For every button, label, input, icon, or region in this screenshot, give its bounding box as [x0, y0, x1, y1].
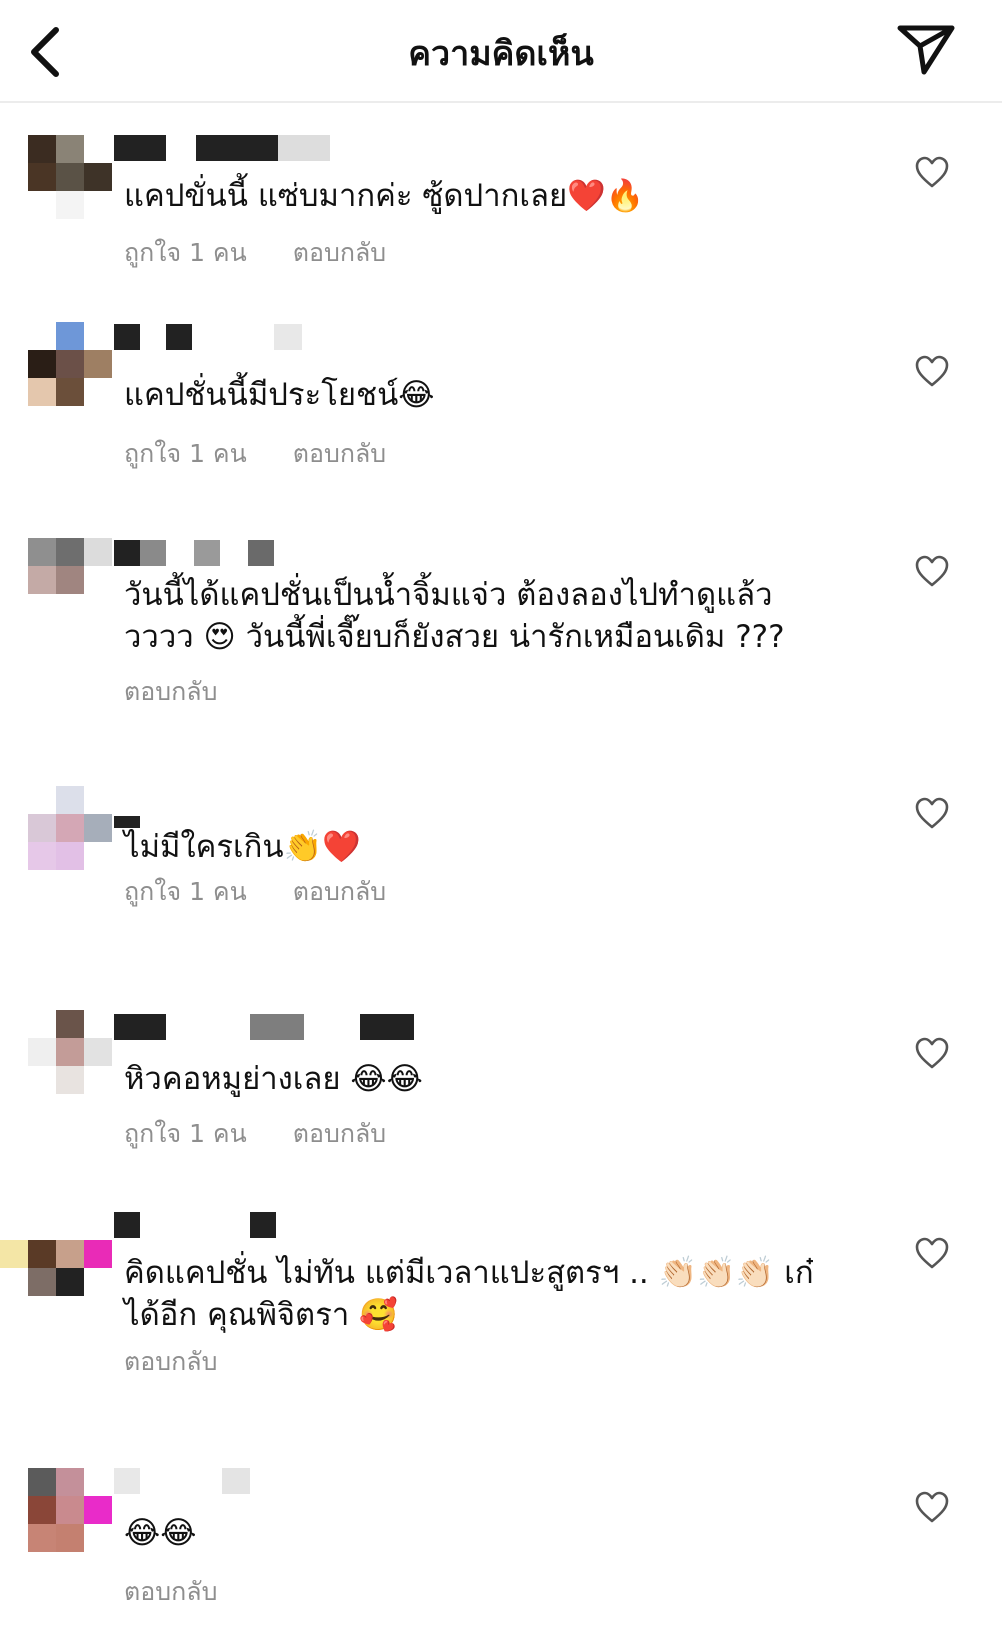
heart-outline-icon — [915, 1037, 949, 1069]
like-count[interactable]: ถูกใจ 1 คน — [124, 233, 247, 273]
avatar[interactable] — [28, 322, 114, 408]
comment-item: หิวคอหมูย่างเลย 😂😂 ถูกใจ 1 คน ตอบกลับ — [0, 1010, 1002, 1190]
comment-text: วันนี้ได้แคปชั่นเป็นน้ำจิ้มแจ่ว ต้องลองไ… — [124, 577, 785, 655]
comment-item: แคปชั่นนี้มีประโยชน์😂 ถูกใจ 1 คน ตอบกลับ — [0, 322, 1002, 502]
comment-item: คิดแคปชั่น ไม่ทัน แต่มีเวลาแปะสูตรฯ .. 👏… — [0, 1212, 1002, 1412]
username[interactable] — [114, 540, 444, 568]
comment-item: ไม่มีใครเกิน👏❤️ ถูกใจ 1 คน ตอบกลับ — [0, 786, 1002, 966]
username[interactable] — [114, 1212, 444, 1240]
heart-outline-icon — [915, 156, 949, 188]
comment-text: แคปขั่นนี้ แซ่บมากค่ะ ซู้ดปากเลย❤️🔥 — [124, 178, 645, 214]
page-title: ความคิดเห็น — [408, 34, 594, 74]
comment-meta: ถูกใจ 1 คน ตอบกลับ — [124, 1114, 386, 1154]
comment-text: หิวคอหมูย่างเลย 😂😂 — [124, 1061, 423, 1097]
heart-outline-icon — [915, 797, 949, 829]
comment-meta: ตอบกลับ — [124, 1342, 217, 1382]
like-count[interactable]: ถูกใจ 1 คน — [124, 872, 247, 912]
username[interactable] — [114, 1468, 444, 1496]
like-button[interactable] — [914, 1036, 950, 1070]
reply-button[interactable]: ตอบกลับ — [293, 434, 386, 474]
comment-meta: ถูกใจ 1 คน ตอบกลับ — [124, 872, 386, 912]
username[interactable] — [114, 324, 444, 352]
avatar[interactable] — [28, 538, 114, 624]
reply-button[interactable]: ตอบกลับ — [293, 1114, 386, 1154]
avatar[interactable] — [28, 1010, 114, 1096]
like-button[interactable] — [914, 554, 950, 588]
heart-outline-icon — [915, 555, 949, 587]
comment-meta: ถูกใจ 1 คน ตอบกลับ — [124, 233, 386, 273]
reply-button[interactable]: ตอบกลับ — [124, 1572, 217, 1612]
like-button[interactable] — [914, 155, 950, 189]
reply-button[interactable]: ตอบกลับ — [124, 672, 217, 712]
reply-button[interactable]: ตอบกลับ — [293, 872, 386, 912]
paper-plane-icon — [897, 25, 955, 75]
reply-button[interactable]: ตอบกลับ — [293, 233, 386, 273]
like-button[interactable] — [914, 1236, 950, 1270]
avatar[interactable] — [28, 135, 114, 221]
share-button[interactable] — [894, 20, 960, 80]
heart-outline-icon — [915, 355, 949, 387]
heart-outline-icon — [915, 1491, 949, 1523]
comment-item: แคปขั่นนี้ แซ่บมากค่ะ ซู้ดปากเลย❤️🔥 ถูกใ… — [0, 135, 1002, 315]
username[interactable] — [114, 135, 444, 163]
like-button[interactable] — [914, 1490, 950, 1524]
comment-text: ไม่มีใครเกิน👏❤️ — [124, 829, 361, 865]
header-bar: ความคิดเห็น — [0, 0, 1002, 103]
comment-meta: ตอบกลับ — [124, 672, 217, 712]
like-button[interactable] — [914, 796, 950, 830]
avatar[interactable] — [28, 786, 114, 872]
comment-text: คิดแคปชั่น ไม่ทัน แต่มีเวลาแปะสูตรฯ .. 👏… — [124, 1255, 814, 1333]
comment-meta: ตอบกลับ — [124, 1572, 217, 1612]
comment-text: แคปชั่นนี้มีประโยชน์😂 — [124, 377, 435, 413]
avatar[interactable] — [28, 1468, 114, 1554]
like-button[interactable] — [914, 354, 950, 388]
comment-item: วันนี้ได้แคปชั่นเป็นน้ำจิ้มแจ่ว ต้องลองไ… — [0, 538, 1002, 728]
comment-item: 😂😂 ตอบกลับ — [0, 1468, 1002, 1638]
like-count[interactable]: ถูกใจ 1 คน — [124, 1114, 247, 1154]
avatar[interactable] — [0, 1212, 114, 1298]
comment-text: 😂😂 — [124, 1515, 197, 1551]
username[interactable] — [114, 1014, 444, 1042]
like-count[interactable]: ถูกใจ 1 คน — [124, 434, 247, 474]
heart-outline-icon — [915, 1237, 949, 1269]
reply-button[interactable]: ตอบกลับ — [124, 1342, 217, 1382]
comment-meta: ถูกใจ 1 คน ตอบกลับ — [124, 434, 386, 474]
